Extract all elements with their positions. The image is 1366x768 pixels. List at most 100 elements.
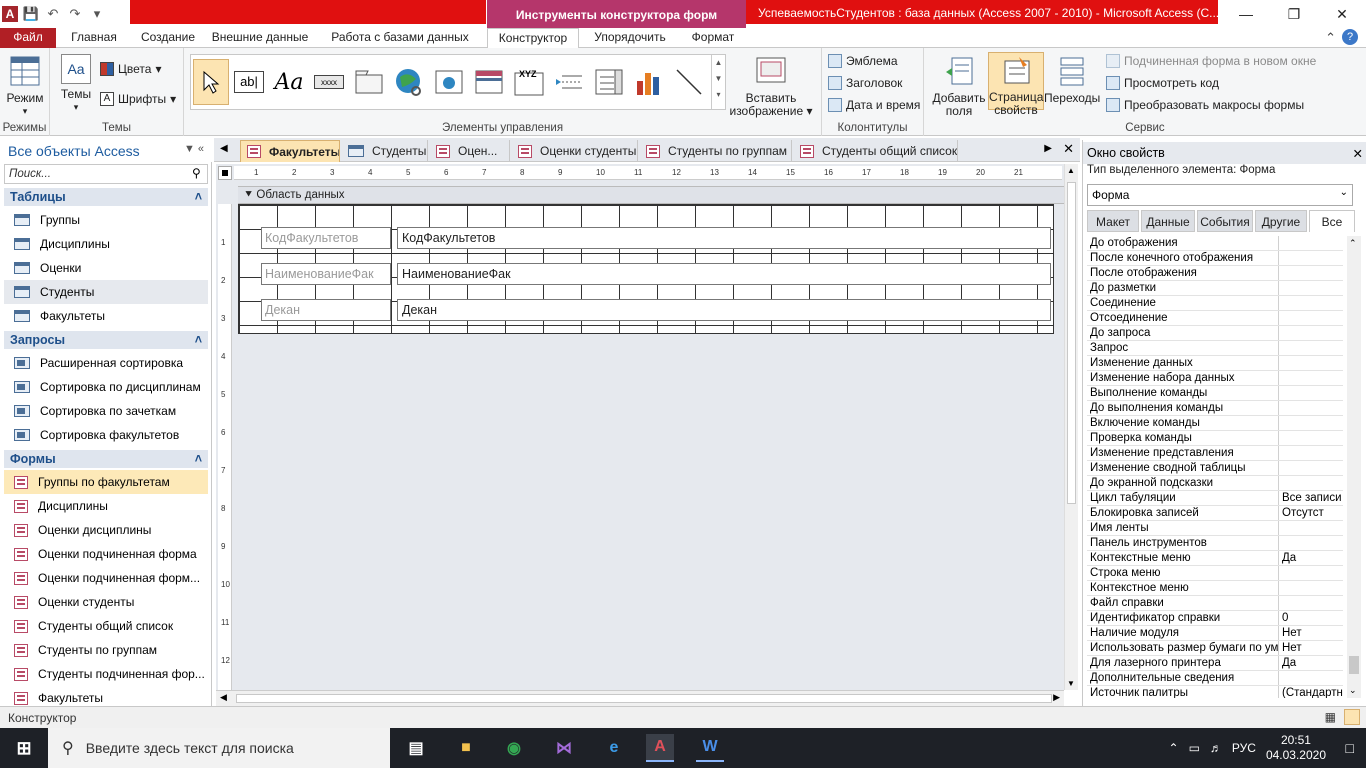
form-selector[interactable] — [218, 166, 232, 180]
property-value[interactable] — [1279, 596, 1343, 610]
nav-item[interactable]: Оценки студенты — [4, 590, 208, 614]
option-group-tool-icon[interactable]: XYZ — [511, 59, 547, 105]
tab-file[interactable]: Файл — [0, 28, 56, 49]
section-collapse-icon[interactable]: ˄ — [195, 452, 202, 466]
nav-header[interactable]: Все объекты Access ▼ « — [0, 138, 212, 162]
tab-control-tool-icon[interactable] — [351, 59, 387, 105]
themes-button[interactable]: Aa Темы ▾ — [56, 54, 96, 114]
nav-item[interactable]: Группы — [4, 208, 208, 232]
document-tab[interactable]: Студенты общий список — [794, 140, 958, 162]
customize-qat-icon[interactable]: ▾ — [88, 5, 106, 23]
volume-icon[interactable]: ♬ — [1210, 741, 1222, 755]
property-value[interactable]: Да — [1279, 656, 1343, 670]
convert-macros-button[interactable]: Преобразовать макросы формы — [1106, 98, 1304, 112]
property-value[interactable] — [1279, 581, 1343, 595]
horizontal-scrollbar[interactable]: ◀ ▶ — [216, 690, 1064, 706]
prop-scroll-up-icon[interactable]: ⌃ — [1349, 238, 1357, 249]
property-row[interactable]: Файл справки — [1087, 596, 1343, 611]
property-row[interactable]: До отображения — [1087, 236, 1343, 251]
property-row[interactable]: Цикл табуляции Все записи — [1087, 491, 1343, 506]
document-tab[interactable]: Студенты по группам — [640, 140, 792, 162]
chrome-icon[interactable]: ◉ — [500, 734, 528, 762]
nav-search-input[interactable]: Поиск... — [4, 164, 208, 184]
property-row[interactable]: Проверка команды — [1087, 431, 1343, 446]
nav-item[interactable]: Расширенная сортировка — [4, 351, 208, 375]
design-view-icon[interactable] — [1344, 709, 1360, 725]
nav-item[interactable]: Дисциплины — [4, 494, 208, 518]
tab-order-button[interactable]: Переходы — [1044, 54, 1100, 105]
property-row[interactable]: Блокировка записей Отсутст — [1087, 506, 1343, 521]
insert-image-button[interactable]: Вставить изображение ▾ — [728, 54, 814, 118]
property-row[interactable]: Источник палитры (Стандартн — [1087, 686, 1343, 698]
property-row[interactable]: До экранной подсказки — [1087, 476, 1343, 491]
label-tool-icon[interactable]: Aa — [271, 59, 307, 105]
add-fields-button[interactable]: Добавить поля — [928, 54, 990, 118]
nav-item[interactable]: Дисциплины — [4, 232, 208, 256]
property-row[interactable]: Отсоединение — [1087, 311, 1343, 326]
close-icon[interactable]: ✕ — [1318, 0, 1366, 28]
property-row[interactable]: Изменение представления — [1087, 446, 1343, 461]
windows-start-icon[interactable]: ⊞ — [10, 734, 38, 762]
tab-format[interactable]: Формат — [680, 28, 746, 48]
nav-item[interactable]: Оценки — [4, 256, 208, 280]
property-value[interactable] — [1279, 671, 1343, 685]
property-row[interactable]: Идентификатор справки 0 — [1087, 611, 1343, 626]
access-taskbar-icon[interactable]: A — [646, 734, 674, 762]
network-icon[interactable]: ▭ — [1189, 741, 1200, 755]
property-row[interactable]: До разметки — [1087, 281, 1343, 296]
property-row[interactable]: Соединение — [1087, 296, 1343, 311]
ptab-all[interactable]: Все — [1309, 210, 1355, 232]
clock[interactable]: 20:51 04.03.2020 — [1266, 733, 1326, 763]
property-value[interactable]: Отсутст — [1279, 506, 1343, 520]
property-row[interactable]: Контекстное меню — [1087, 581, 1343, 596]
tab-external-data[interactable]: Внешние данные — [206, 28, 314, 48]
navigation-tool-icon[interactable] — [471, 59, 507, 105]
property-row[interactable]: После отображения — [1087, 266, 1343, 281]
line-tool-icon[interactable] — [671, 59, 707, 105]
property-value[interactable] — [1279, 536, 1343, 550]
nav-item[interactable]: Группы по факультетам — [4, 470, 208, 494]
prop-scroll-down-icon[interactable]: ⌄ — [1349, 685, 1357, 696]
ptab-events[interactable]: События — [1197, 210, 1253, 232]
prop-scroll-thumb[interactable] — [1349, 656, 1359, 674]
property-row[interactable]: До выполнения команды — [1087, 401, 1343, 416]
document-tab[interactable]: Факультеты — [240, 140, 340, 162]
help-icon[interactable]: ? — [1342, 29, 1358, 45]
nav-section-header[interactable]: Формы ˄ — [4, 450, 208, 468]
scroll-up-icon[interactable]: ▲ — [1067, 166, 1075, 175]
property-value[interactable] — [1279, 476, 1343, 490]
document-tab[interactable]: Оцен... — [430, 140, 510, 162]
selection-combo[interactable]: Форма ⌄ — [1087, 184, 1353, 206]
visual-studio-icon[interactable]: ⋈ — [550, 734, 578, 762]
form-view-icon[interactable]: ▦ — [1325, 710, 1336, 724]
combo-box-tool-icon[interactable] — [591, 59, 627, 105]
field-name[interactable]: НаименованиеФак — [397, 263, 1051, 285]
file-explorer-icon[interactable]: ■ — [452, 734, 480, 762]
nav-item[interactable]: Сортировка по зачеткам — [4, 399, 208, 423]
ptab-layout[interactable]: Макет — [1087, 210, 1139, 232]
property-value[interactable] — [1279, 311, 1343, 325]
property-row[interactable]: Изменение данных — [1087, 356, 1343, 371]
language-indicator[interactable]: РУС — [1232, 741, 1256, 755]
scroll-down-icon[interactable]: ▼ — [1067, 679, 1075, 688]
property-row[interactable]: Включение команды — [1087, 416, 1343, 431]
chevron-down-icon[interactable]: ⌄ — [1340, 187, 1348, 198]
property-row[interactable]: Выполнение команды — [1087, 386, 1343, 401]
property-row[interactable]: Контекстные меню Да — [1087, 551, 1343, 566]
nav-item[interactable]: Оценки подчиненная форма — [4, 542, 208, 566]
view-code-button[interactable]: Просмотреть код — [1106, 76, 1219, 90]
property-value[interactable] — [1279, 236, 1343, 250]
tray-chevron-icon[interactable]: ⌃ — [1169, 741, 1179, 755]
nav-collapse-icon[interactable]: ▼ « — [184, 143, 204, 157]
select-tool-icon[interactable] — [193, 59, 229, 105]
property-row[interactable]: Использовать размер бумаги по ум Нет — [1087, 641, 1343, 656]
subform-new-window-button[interactable]: Подчиненная форма в новом окне — [1106, 54, 1316, 68]
property-value[interactable] — [1279, 296, 1343, 310]
vertical-scrollbar[interactable]: ▲ ▼ — [1064, 164, 1078, 690]
scroll-left-icon[interactable]: ◀ — [220, 692, 227, 703]
nav-item[interactable]: Сортировка факультетов — [4, 423, 208, 447]
ptab-other[interactable]: Другие — [1255, 210, 1307, 232]
scroll-right-icon[interactable]: ▶ — [1053, 692, 1060, 703]
edge-icon[interactable]: e — [600, 734, 628, 762]
label-dean[interactable]: Декан — [261, 299, 391, 321]
